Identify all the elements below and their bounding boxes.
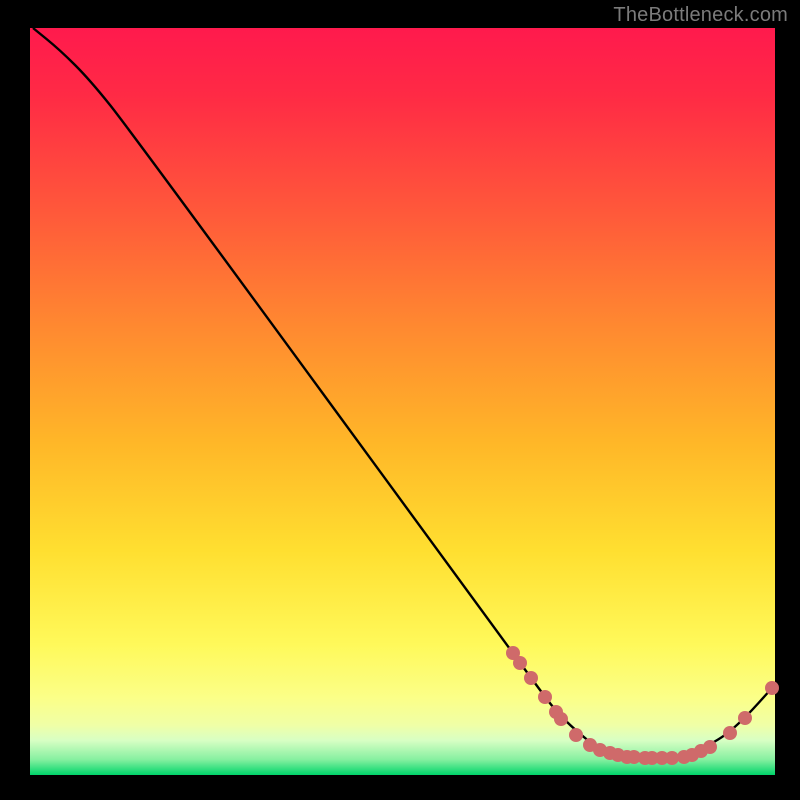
curve-marker bbox=[703, 740, 717, 754]
curve-marker bbox=[554, 712, 568, 726]
curve-marker bbox=[723, 726, 737, 740]
curve-marker bbox=[665, 751, 679, 765]
chart-svg bbox=[0, 0, 800, 800]
curve-marker bbox=[569, 728, 583, 742]
plot-area bbox=[30, 28, 779, 775]
curve-marker bbox=[524, 671, 538, 685]
bg-gradient bbox=[30, 28, 775, 698]
chart-stage: TheBottleneck.com bbox=[0, 0, 800, 800]
curve-marker bbox=[538, 690, 552, 704]
curve-marker bbox=[738, 711, 752, 725]
curve-marker bbox=[513, 656, 527, 670]
watermark-text: TheBottleneck.com bbox=[613, 4, 788, 27]
curve-marker bbox=[765, 681, 779, 695]
